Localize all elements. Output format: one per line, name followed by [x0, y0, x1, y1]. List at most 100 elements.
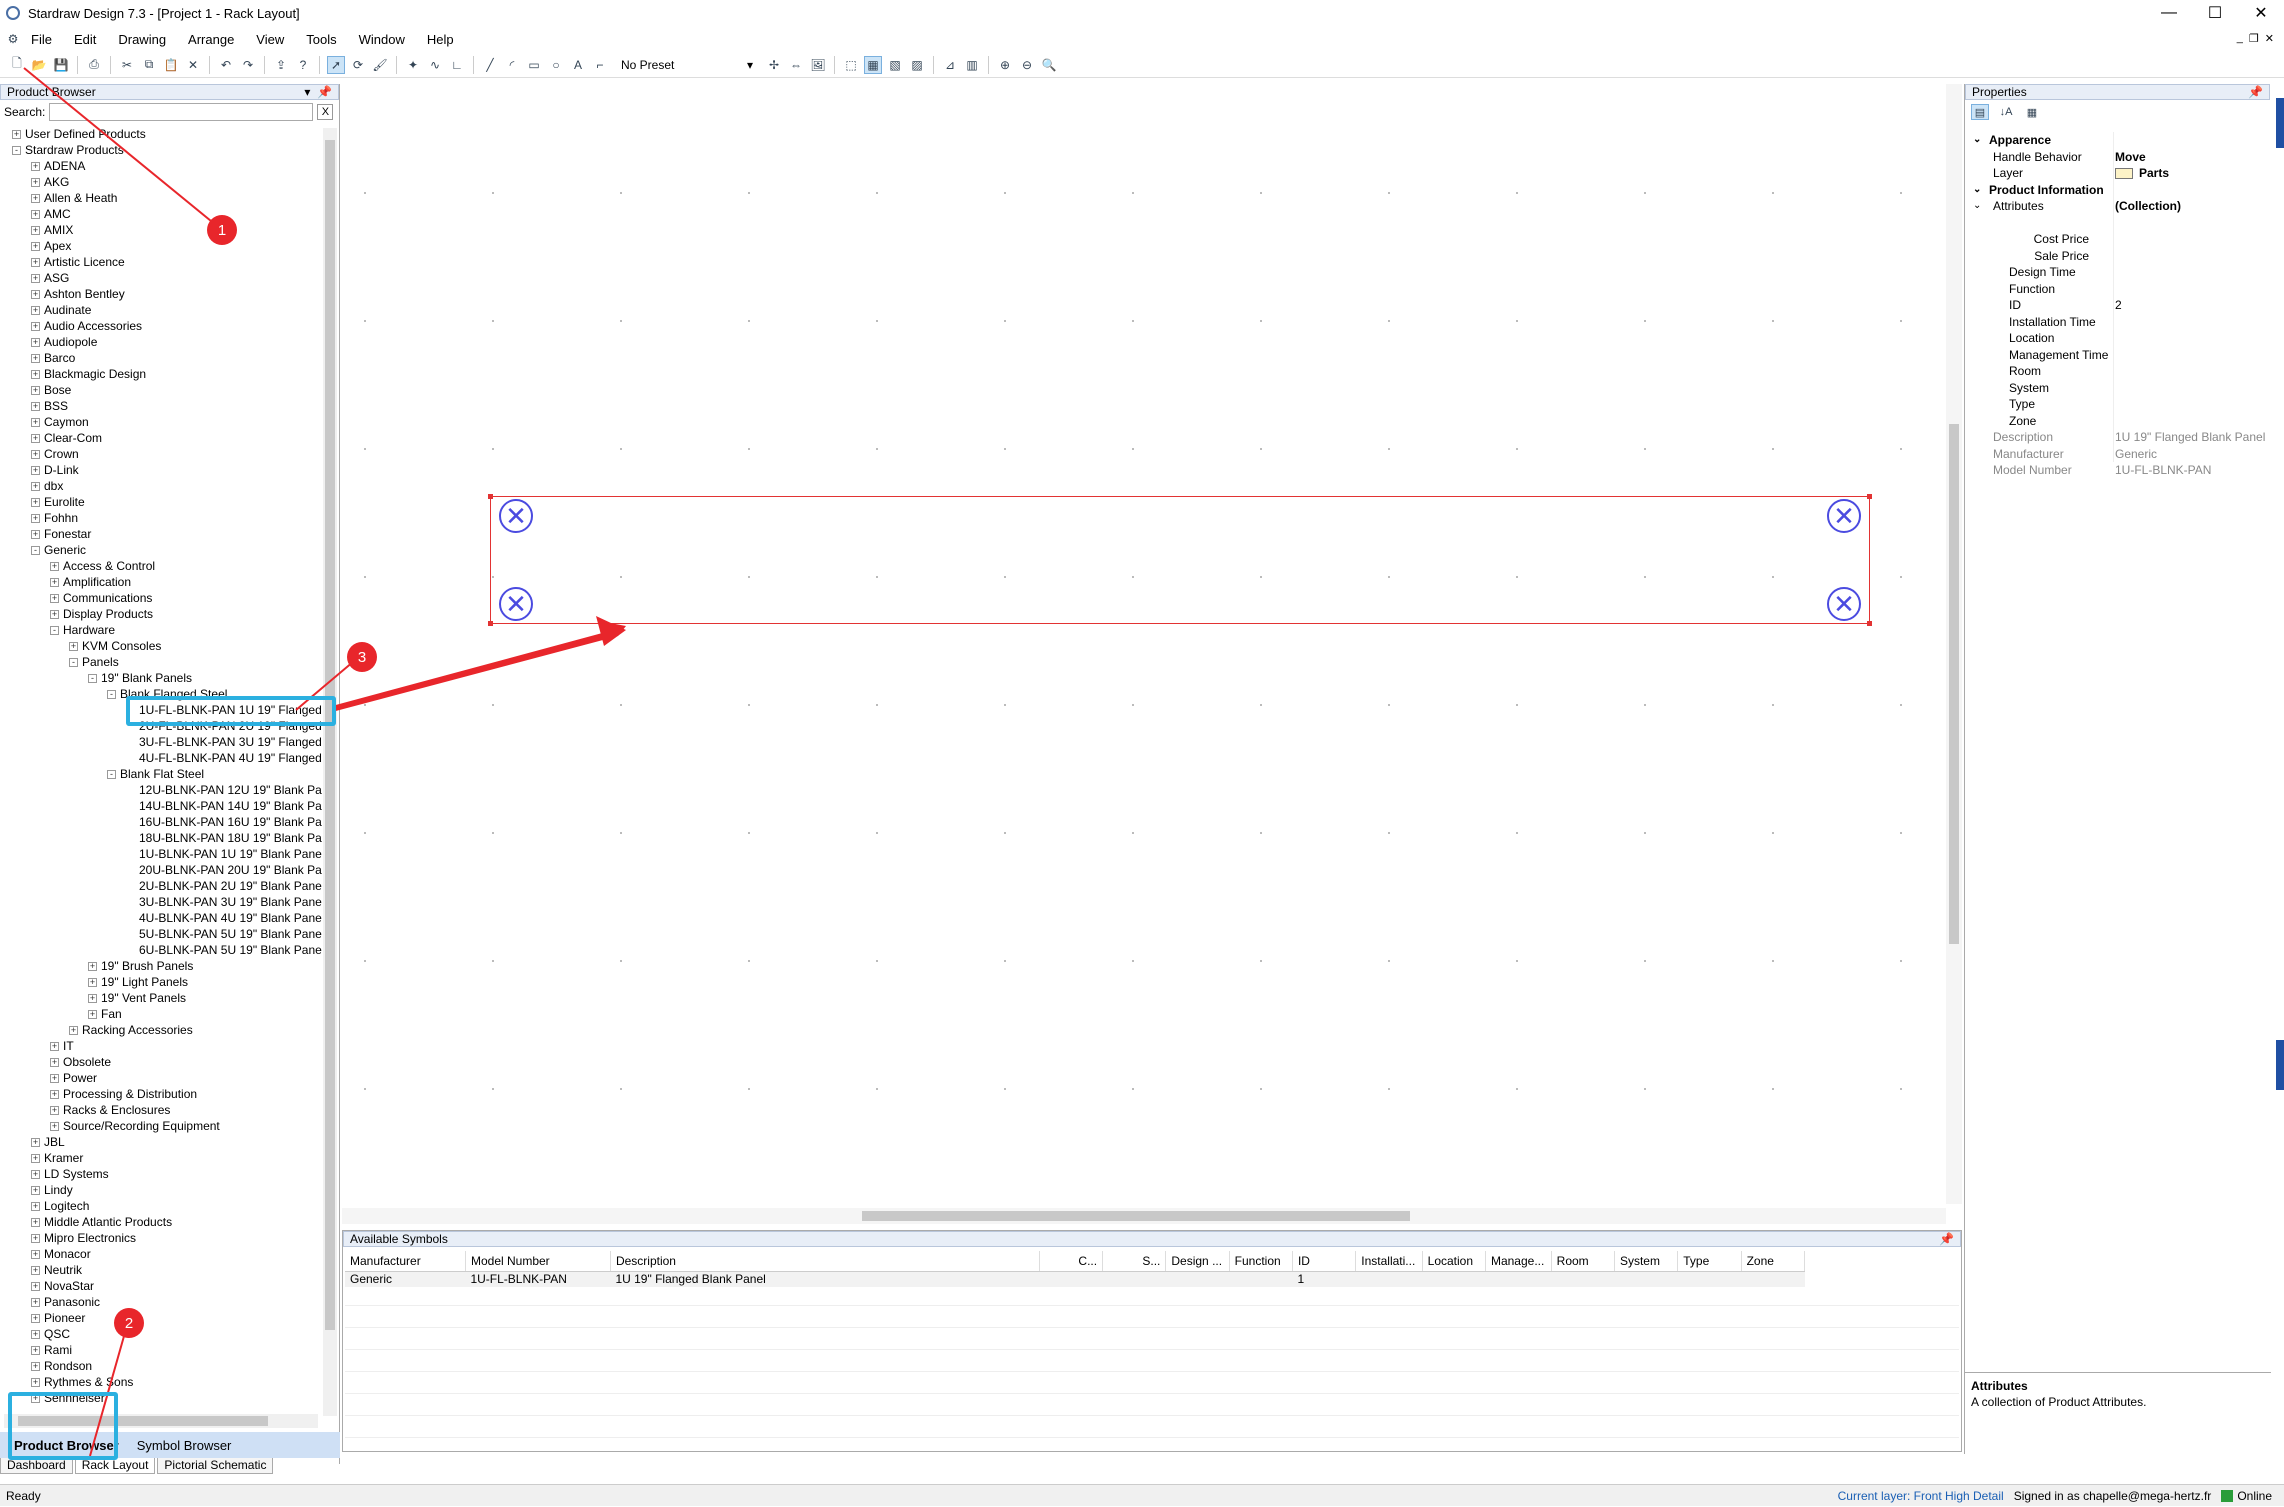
menu-view[interactable]: View [245, 32, 295, 47]
expand-icon[interactable]: + [31, 1250, 40, 1260]
property-row[interactable]: Type [1965, 396, 2271, 412]
property-row[interactable]: Location [1965, 330, 2271, 346]
tree-leaf[interactable]: 20U-BLNK-PAN 20U 19" Blank Panel [126, 862, 322, 878]
tree-leaf[interactable]: 2U-FL-BLNK-PAN 2U 19" Flanged Blank Pane… [126, 718, 322, 734]
mdi-close-icon[interactable]: ✕ [2265, 32, 2274, 45]
menu-edit[interactable]: Edit [63, 32, 107, 47]
tree-vertical-scrollbar[interactable] [323, 128, 337, 1416]
expand-icon[interactable]: + [31, 1266, 40, 1276]
pin-icon[interactable]: 📌 [2248, 85, 2263, 99]
preset-select[interactable]: No Preset ▾ [617, 56, 757, 74]
property-row[interactable]: Model Number 1U-FL-BLNK-PAN [1965, 462, 2271, 478]
property-row[interactable]: Design Time [1965, 264, 2271, 280]
column-header[interactable]: Installati... [1355, 1251, 1423, 1272]
app-icon[interactable] [6, 6, 20, 20]
connector-tool-icon[interactable]: ⌐ [591, 56, 609, 74]
property-row[interactable]: Layer Parts [1965, 165, 2271, 181]
tree-node[interactable]: + Panasonic [31, 1294, 100, 1310]
tab-symbol-browser[interactable]: Symbol Browser [137, 1438, 232, 1453]
expand-icon[interactable]: + [31, 1314, 40, 1324]
column-header[interactable]: ID [1292, 1251, 1357, 1272]
doc-icon[interactable]: ⚙ [6, 30, 20, 48]
expand-icon[interactable]: + [88, 1010, 97, 1020]
tree-node[interactable]: + Racks & Enclosures [50, 1102, 170, 1118]
text-tool-icon[interactable]: A [569, 56, 587, 74]
column-header[interactable]: Model Number [465, 1251, 611, 1272]
tree-node[interactable]: + Apex [31, 238, 71, 254]
tree-node[interactable]: + Bose [31, 382, 71, 398]
ellipse-tool-icon[interactable]: ○ [547, 56, 565, 74]
tree-node[interactable]: +19" Vent Panels [88, 990, 186, 1006]
tree-node[interactable]: + Monacor [31, 1246, 91, 1262]
tree-leaf[interactable]: 14U-BLNK-PAN 14U 19" Blank Panel [126, 798, 322, 814]
zoom-icon[interactable]: 🔍 [1040, 56, 1058, 74]
expand-icon[interactable]: + [31, 498, 40, 508]
tree-node[interactable]: + Processing & Distribution [50, 1086, 197, 1102]
zoom-out-icon[interactable]: ⊖ [1018, 56, 1036, 74]
tree-node[interactable]: + Sennheiser [31, 1390, 105, 1406]
menu-window[interactable]: Window [348, 32, 416, 47]
tree-node[interactable]: + Lindy [31, 1182, 73, 1198]
format-painter-icon[interactable]: 🖌 [371, 56, 389, 74]
image-icon[interactable]: 🖼 [809, 56, 827, 74]
property-value-cell[interactable]: Generic [2115, 446, 2157, 462]
collapse-icon[interactable]: - [31, 546, 40, 556]
tree-node[interactable]: +19" Light Panels [88, 974, 188, 990]
tree-node[interactable]: + Obsolete [50, 1054, 111, 1070]
mdi-minimize-icon[interactable]: _ [2237, 32, 2243, 45]
property-row[interactable]: Room [1965, 363, 2271, 379]
tree-node[interactable]: + LD Systems [31, 1166, 109, 1182]
tree-leaf[interactable]: 4U-BLNK-PAN 4U 19" Blank Panel [126, 910, 322, 926]
property-category[interactable]: ⌄ Apparence [1965, 132, 2271, 148]
collapse-icon[interactable]: - [107, 770, 116, 780]
expand-icon[interactable]: + [88, 994, 97, 1004]
new-icon[interactable]: 🗋 [8, 56, 26, 74]
menu-tools[interactable]: Tools [295, 32, 347, 47]
property-pages-icon[interactable]: ▦ [2023, 104, 2041, 120]
mdi-restore-icon[interactable]: ❐ [2249, 32, 2259, 45]
expand-icon[interactable]: + [31, 1138, 40, 1148]
tree-node[interactable]: + Communications [50, 590, 152, 606]
tree-node[interactable]: + AMC [31, 206, 71, 222]
column-header[interactable]: Room [1551, 1251, 1615, 1272]
property-row[interactable]: Zone [1965, 413, 2271, 429]
column-header[interactable]: Manage... [1485, 1251, 1552, 1272]
property-row[interactable]: System [1965, 380, 2271, 396]
expand-icon[interactable]: + [31, 274, 40, 284]
collapse-icon[interactable]: - [88, 674, 97, 684]
column-header[interactable]: Description [610, 1251, 1040, 1272]
canvas-vertical-scrollbar[interactable] [1946, 84, 1962, 1204]
undo-icon[interactable]: ↶ [217, 56, 235, 74]
tree-node[interactable]: -19" Blank Panels [88, 670, 192, 686]
menu-drawing[interactable]: Drawing [107, 32, 177, 47]
zoom-in-icon[interactable]: ⊕ [996, 56, 1014, 74]
tree-node[interactable]: + IT [50, 1038, 74, 1054]
expand-icon[interactable]: + [31, 162, 40, 172]
tree-node[interactable]: + Kramer [31, 1150, 83, 1166]
tree-node[interactable]: + ASG [31, 270, 69, 286]
expand-icon[interactable]: + [31, 1154, 40, 1164]
tree-node[interactable]: + Source/Recording Equipment [50, 1118, 220, 1134]
property-value[interactable]: Move [2115, 150, 2146, 164]
collapse-icon[interactable]: - [50, 626, 59, 636]
selection-handle[interactable] [488, 621, 493, 626]
tree-leaf[interactable]: 2U-BLNK-PAN 2U 19" Blank Panel [126, 878, 322, 894]
tree-node[interactable]: + Pioneer [31, 1310, 85, 1326]
expand-icon[interactable]: + [88, 962, 97, 972]
expand-icon[interactable]: + [31, 1218, 40, 1228]
expand-icon[interactable]: + [50, 1042, 59, 1052]
tree-node[interactable]: + Logitech [31, 1198, 89, 1214]
column-header[interactable]: Manufacturer [345, 1251, 466, 1272]
expand-icon[interactable]: + [31, 290, 40, 300]
tree-node[interactable]: + Display Products [50, 606, 153, 622]
measure-icon[interactable]: ⊿ [941, 56, 959, 74]
expand-icon[interactable]: + [31, 402, 40, 412]
property-row[interactable]: ⌄ Attributes (Collection) [1965, 198, 2271, 214]
property-row[interactable]: Installation Time [1965, 314, 2271, 330]
expand-icon[interactable]: + [31, 530, 40, 540]
copy-icon[interactable]: ⧉ [140, 56, 158, 74]
tree-node[interactable]: + Audinate [31, 302, 91, 318]
tree-leaf[interactable]: 6U-BLNK-PAN 5U 19" Blank Panel [126, 942, 322, 958]
expand-icon[interactable]: + [31, 322, 40, 332]
expand-icon[interactable]: + [31, 482, 40, 492]
